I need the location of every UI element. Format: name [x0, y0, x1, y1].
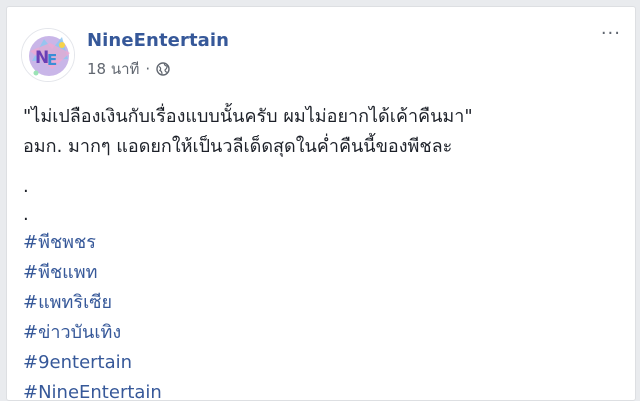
- page-avatar[interactable]: N E: [21, 28, 75, 82]
- post-text-line: อมก. มากๆ แอดยกให้เป็นวลีเด็ดสุดในค่ำคืน…: [23, 136, 453, 157]
- post-timestamp[interactable]: 18 นาที: [87, 57, 139, 81]
- hashtag-link[interactable]: #พีชแพท: [23, 258, 619, 288]
- hashtag-link[interactable]: #9entertain: [23, 348, 619, 378]
- more-options-icon[interactable]: ···: [601, 25, 621, 43]
- post-text-line: "ไม่เปลืองเงินกับเรื่องแบบนั้นครับ ผมไม่…: [23, 106, 473, 127]
- spacer-dot: .: [23, 204, 29, 225]
- page-name-link[interactable]: NineEntertain: [87, 30, 229, 51]
- post-card: N E NineEntertain 18 นาที · ··· "ไม่เปลื…: [6, 6, 636, 401]
- hashtag-link[interactable]: #NineEntertain: [23, 378, 619, 400]
- meta-separator: ·: [145, 59, 151, 78]
- hashtag-link[interactable]: #ข่าวบันเทิง: [23, 318, 619, 348]
- globe-icon[interactable]: [156, 61, 170, 76]
- header-text: NineEntertain 18 นาที ·: [87, 30, 229, 81]
- svg-text:E: E: [47, 51, 57, 69]
- post-header: N E NineEntertain 18 นาที ·: [21, 25, 229, 85]
- post-body: "ไม่เปลืองเงินกับเรื่องแบบนั้นครับ ผมไม่…: [23, 102, 619, 400]
- spacer-dot: .: [23, 176, 29, 197]
- hashtag-link[interactable]: #พีชพชร: [23, 228, 619, 258]
- nineentertain-logo-icon: N E: [22, 29, 74, 81]
- hashtag-link[interactable]: #แพทริเซีย: [23, 288, 619, 318]
- post-meta: 18 นาที ·: [87, 57, 229, 81]
